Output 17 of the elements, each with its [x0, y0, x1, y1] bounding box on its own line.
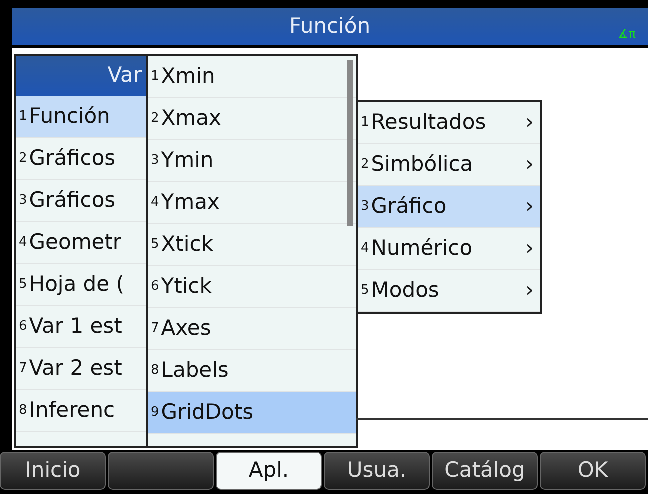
soft-key[interactable]: OK — [540, 452, 646, 490]
soft-key[interactable]: Apl. — [216, 452, 322, 490]
angle-mode-indicator: ∡π — [618, 26, 636, 43]
menu-item[interactable]: 3 Gráfico › — [358, 186, 540, 228]
menu-item[interactable]: 1 Función — [16, 96, 146, 138]
menu-item[interactable]: 5 Modos › — [358, 270, 540, 312]
menu-header-text: Var — [108, 62, 142, 90]
soft-key[interactable]: Inicio — [0, 452, 106, 490]
window-title: Función — [289, 12, 371, 40]
soft-key[interactable] — [108, 452, 214, 490]
scrollbar[interactable] — [347, 60, 353, 226]
soft-key[interactable]: Usua. — [324, 452, 430, 490]
menu-item[interactable]: 4 Numérico › — [358, 228, 540, 270]
menu-item[interactable]: 7 Axes — [148, 308, 356, 350]
soft-key[interactable]: Catálog — [432, 452, 538, 490]
menu-item[interactable]: 9 GridDots — [148, 392, 356, 434]
menu-item[interactable]: 1 Resultados › — [358, 102, 540, 144]
